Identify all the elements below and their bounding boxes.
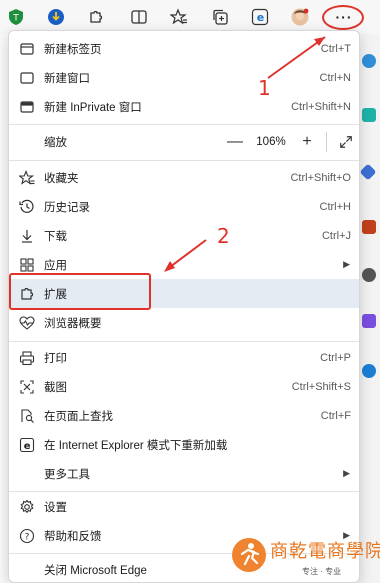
annotation-arrows [164, 36, 326, 272]
annotation-arrow-1 [267, 36, 326, 79]
watermark: 商乾電商學院 专注 · 专业 [232, 536, 380, 583]
runner-icon [240, 543, 260, 566]
annotation-step-1: 1 [258, 76, 271, 100]
watermark-logo [232, 538, 266, 572]
annotation-step-2: 2 [217, 224, 230, 248]
annotation-arrowhead-2 [164, 261, 175, 272]
watermark-subtitle: 专注 · 专业 [302, 567, 342, 576]
watermark-title: 商乾電商學院 [270, 541, 380, 562]
